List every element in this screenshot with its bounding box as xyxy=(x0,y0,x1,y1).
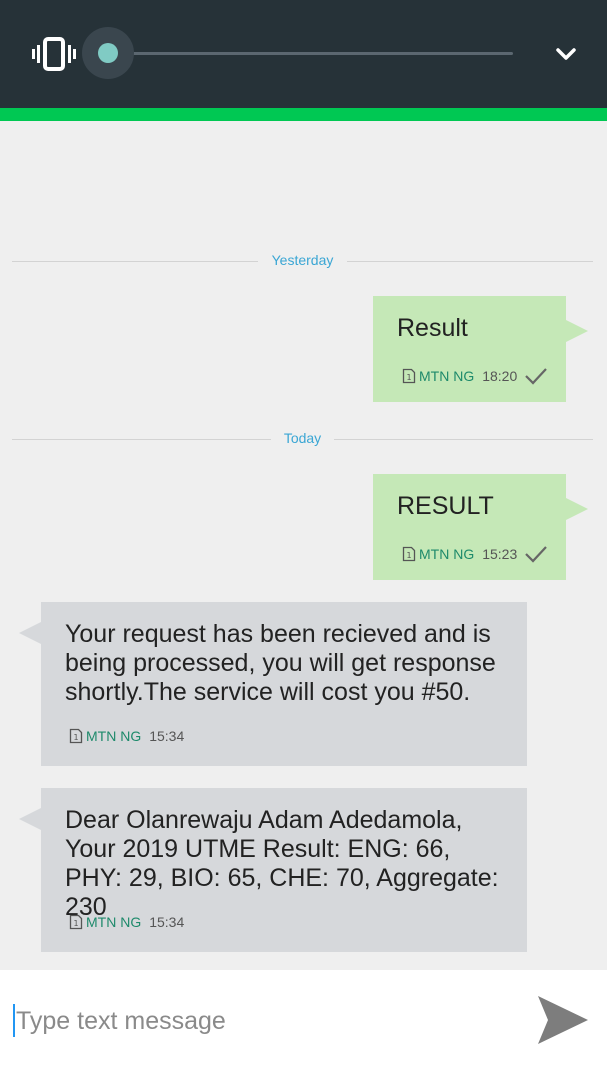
sim-card-icon: 1 xyxy=(402,368,416,384)
message-bubble-incoming[interactable]: Dear Olanrewaju Adam Adedamola, Your 201… xyxy=(19,788,527,952)
message-input[interactable] xyxy=(16,1000,516,1042)
date-label: Yesterday xyxy=(271,252,334,268)
message-bubble-outgoing[interactable]: Result 1 MTN NG 18:20 xyxy=(373,296,588,402)
send-icon xyxy=(538,996,588,1044)
sim-card-icon: 1 xyxy=(69,728,83,744)
message-time: 18:20 xyxy=(482,368,518,384)
date-separator-yesterday: Yesterday xyxy=(12,252,593,272)
volume-slider-track[interactable] xyxy=(108,52,513,55)
svg-text:1: 1 xyxy=(73,919,78,928)
message-text: Dear Olanrewaju Adam Adedamola, Your 201… xyxy=(65,806,499,921)
chevron-down-icon[interactable] xyxy=(552,42,580,66)
carrier-label: MTN NG xyxy=(86,728,142,744)
carrier-label: MTN NG xyxy=(419,546,475,562)
send-button[interactable] xyxy=(532,990,592,1050)
message-meta: 1 MTN NG 18:20 xyxy=(402,366,549,386)
message-time: 15:34 xyxy=(149,914,185,930)
sim-card-icon: 1 xyxy=(69,914,83,930)
date-label: Today xyxy=(283,430,322,446)
separator-line xyxy=(334,439,593,440)
sim-card-icon: 1 xyxy=(402,546,416,562)
message-bubble-outgoing[interactable]: RESULT 1 MTN NG 15:23 xyxy=(373,474,588,580)
message-meta: 1 MTN NG 15:34 xyxy=(69,914,184,930)
check-icon xyxy=(525,546,548,563)
date-separator-today: Today xyxy=(12,430,593,450)
message-text: Your request has been recieved and is be… xyxy=(65,620,496,706)
message-meta: 1 MTN NG 15:23 xyxy=(402,544,549,564)
carrier-label: MTN NG xyxy=(419,368,475,384)
text-cursor xyxy=(13,1004,15,1037)
accent-strip xyxy=(0,108,607,121)
check-icon xyxy=(525,368,548,385)
svg-text:1: 1 xyxy=(406,373,411,382)
svg-text:1: 1 xyxy=(73,733,78,742)
message-text: RESULT xyxy=(397,492,494,520)
volume-slider-thumb[interactable] xyxy=(98,43,118,63)
svg-text:1: 1 xyxy=(406,551,411,560)
vibrate-icon[interactable] xyxy=(32,36,76,72)
message-time: 15:23 xyxy=(482,546,518,562)
message-text: Result xyxy=(397,314,468,342)
message-time: 15:34 xyxy=(149,728,185,744)
message-bubble-incoming[interactable]: Your request has been recieved and is be… xyxy=(19,602,527,766)
message-meta: 1 MTN NG 15:34 xyxy=(69,728,184,744)
separator-line xyxy=(347,261,593,262)
carrier-label: MTN NG xyxy=(86,914,142,930)
